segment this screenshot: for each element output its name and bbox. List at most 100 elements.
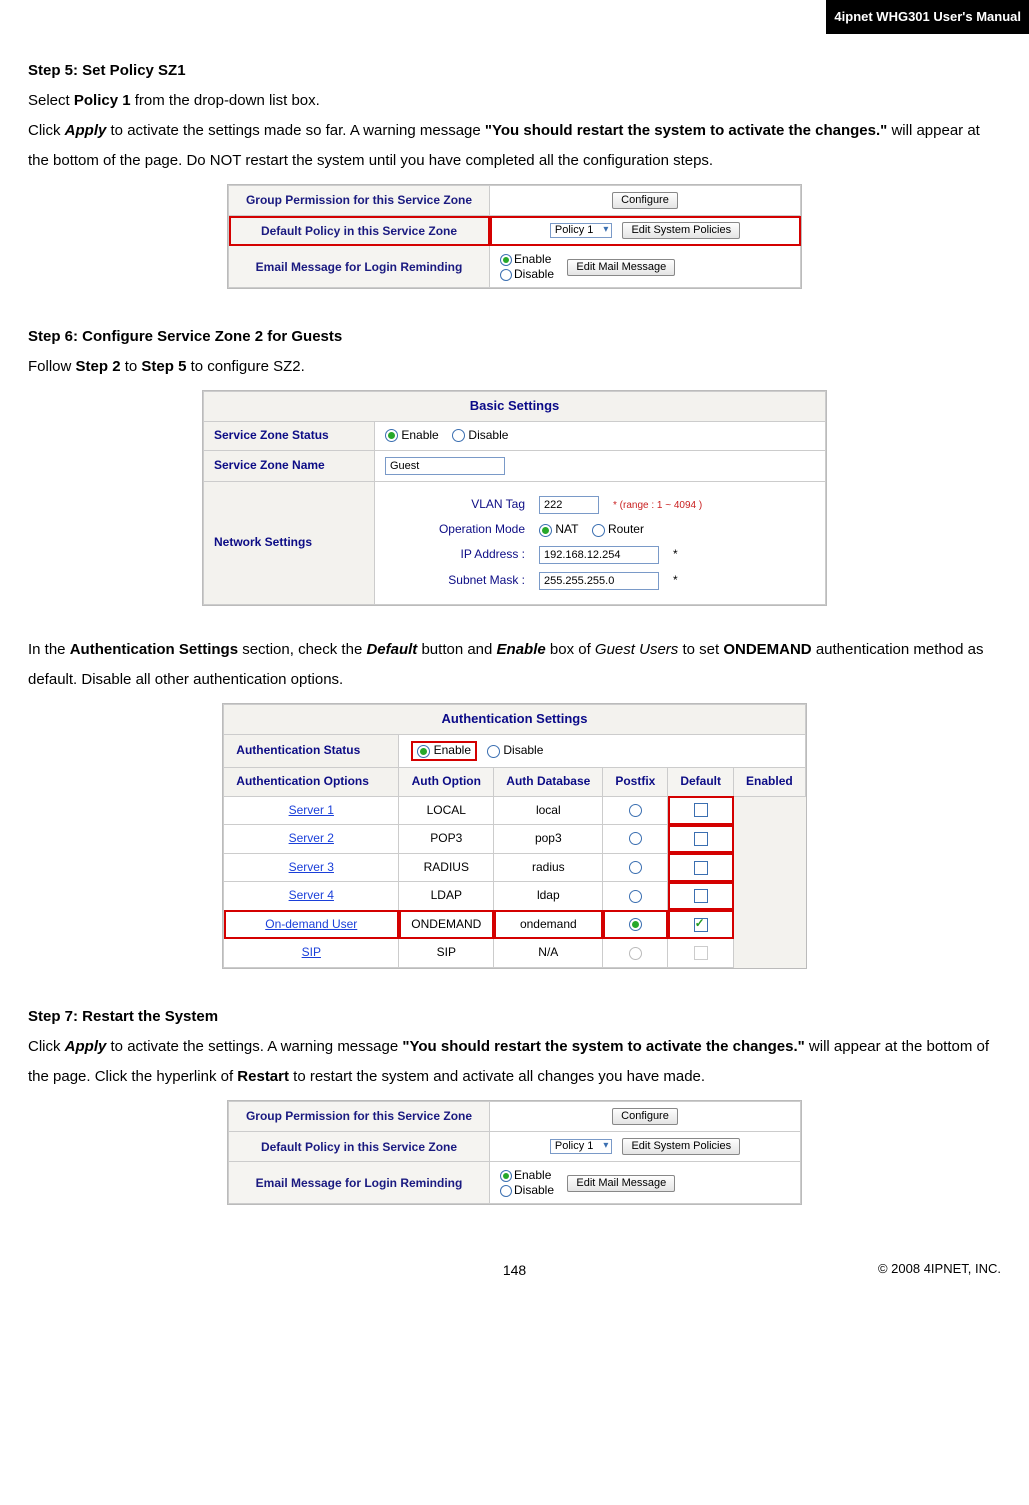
step5-para1: Select Policy 1 from the drop-down list … [28,86,1001,116]
nat-label: NAT [555,522,578,536]
table-row: Server 1LOCALlocal [224,796,805,825]
default-policy-label: Default Policy in this Service Zone [229,216,490,246]
edit-system-policies-button[interactable]: Edit System Policies [622,222,740,239]
disable-radio[interactable] [500,269,512,281]
vlan-tag-label: VLAN Tag [385,497,525,513]
auth-option-link[interactable]: Server 3 [289,860,334,874]
table-row: Server 2 POP3pop3 [224,825,805,854]
text: In the [28,641,70,658]
default-bold: Default [366,641,417,658]
auth-enable-radio[interactable] [417,745,430,758]
default-radio[interactable] [629,832,642,845]
email-reminding-label: Email Message for Login Reminding [229,1162,490,1204]
group-permission-label: Group Permission for this Service Zone [229,1102,490,1132]
disable-label: Disable [514,1183,554,1197]
auth-postfix-cell: pop3 [494,825,603,854]
subnet-mask-label: Subnet Mask : [385,573,525,589]
auth-option-cell: On-demand User [224,910,399,939]
step5-bold: Step 5 [141,358,186,375]
auth-disable-radio[interactable] [487,745,500,758]
policy-1-bold: Policy 1 [74,92,131,109]
status-enable-radio[interactable] [385,429,398,442]
auth-option-link[interactable]: SIP [302,945,321,959]
auth-db-cell: POP3 [399,825,494,854]
col-default: Default [668,767,734,796]
auth-db-cell: RADIUS [399,853,494,882]
auth-default-cell [603,939,668,968]
auth-default-cell [603,882,668,911]
default-radio[interactable] [629,861,642,874]
col-enabled: Enabled [734,767,806,796]
table-row: Server 4LDAPldap [224,882,805,911]
text: Click [28,1038,65,1055]
enabled-checkbox[interactable] [694,832,708,846]
network-settings-label: Network Settings [204,481,375,604]
nat-radio[interactable] [539,524,552,537]
router-radio[interactable] [592,524,605,537]
auth-db-cell: ONDEMAND [399,910,494,939]
step6-para1: Follow Step 2 to Step 5 to configure SZ2… [28,352,1001,382]
default-radio[interactable] [629,918,642,931]
text: to activate the settings made so far. A … [106,122,485,139]
service-zone-name-input[interactable]: Guest [385,457,505,475]
auth-enabled-cell [668,853,734,882]
subnet-mask-input[interactable]: 255.255.255.0 [539,572,659,590]
auth-option-link[interactable]: Server 2 [289,831,334,845]
enable-radio[interactable] [500,1170,512,1182]
vlan-tag-input[interactable]: 222 [539,496,599,514]
auth-option-link[interactable]: Server 4 [289,888,334,902]
default-policy-label: Default Policy in this Service Zone [229,1132,490,1162]
step6-heading: Step 6: Configure Service Zone 2 for Gue… [28,322,1001,352]
edit-system-policies-button[interactable]: Edit System Policies [622,1138,740,1155]
enable-label: Enable [514,252,551,266]
warning-bold: "You should restart the system to activa… [485,122,887,139]
auth-option-link[interactable]: Server 1 [289,803,334,817]
apply-bold: Apply [65,1038,107,1055]
disable-label: Disable [468,428,508,442]
auth-enabled-cell [668,939,734,968]
basic-settings-title: Basic Settings [204,392,826,422]
text: Follow [28,358,76,375]
enabled-checkbox[interactable] [694,861,708,875]
default-radio[interactable] [629,804,642,817]
router-label: Router [608,522,644,536]
step5-heading: Step 5: Set Policy SZ1 [28,56,1001,86]
col-auth-option: Auth Option [399,767,494,796]
step7-heading: Step 7: Restart the System [28,1002,1001,1032]
enable-radio[interactable] [500,254,512,266]
configure-button[interactable]: Configure [612,192,678,209]
configure-button[interactable]: Configure [612,1108,678,1125]
enabled-checkbox [694,946,708,960]
table-row: On-demand UserONDEMANDondemand [224,910,805,939]
enabled-checkbox[interactable] [694,803,708,817]
manual-title-bar: 4ipnet WHG301 User's Manual [826,0,1029,34]
disable-radio[interactable] [500,1185,512,1197]
enabled-checkbox[interactable] [694,889,708,903]
enabled-checkbox[interactable] [694,918,708,932]
text: section, check the [238,641,366,658]
step2-bold: Step 2 [76,358,121,375]
status-disable-radio[interactable] [452,429,465,442]
edit-mail-message-button[interactable]: Edit Mail Message [567,1175,675,1192]
text: Select [28,92,74,109]
step6-para2: In the Authentication Settings section, … [28,635,1001,695]
auth-enabled-cell [668,825,734,854]
table-row: Server 3 RADIUSradius [224,853,805,882]
auth-postfix-cell: radius [494,853,603,882]
auth-option-link[interactable]: On-demand User [265,917,357,931]
text: to restart the system and activate all c… [289,1068,705,1085]
text: to set [678,641,723,658]
default-radio[interactable] [629,890,642,903]
operation-mode-label: Operation Mode [385,522,525,538]
auth-postfix-cell: N/A [494,939,603,968]
auth-option-cell: SIP [224,939,399,968]
auth-options-label: Authentication Options [224,767,399,796]
apply-bold: Apply [65,122,107,139]
figure-basic-settings: Basic Settings Service Zone Status Enabl… [202,390,827,606]
policy-select[interactable]: Policy 1 [550,223,613,238]
policy-select[interactable]: Policy 1 [550,1139,613,1154]
auth-db-cell: LDAP [399,882,494,911]
edit-mail-message-button[interactable]: Edit Mail Message [567,259,675,276]
ip-address-input[interactable]: 192.168.12.254 [539,546,659,564]
auth-enabled-cell [668,910,734,939]
